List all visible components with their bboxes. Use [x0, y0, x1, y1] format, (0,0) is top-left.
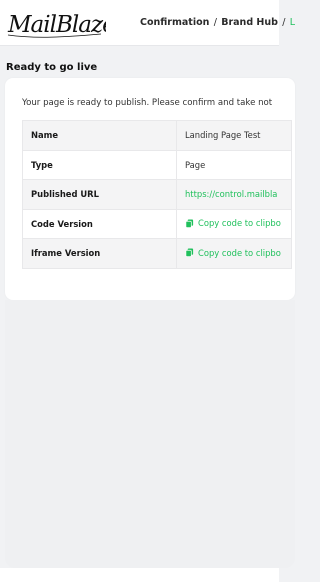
- copy-code-button[interactable]: Copy code to clipbo: [185, 218, 281, 228]
- copy-code-label: Copy code to clipbo: [198, 218, 281, 228]
- top-header: MailBlaze Confirmation / Brand Hub / L: [0, 0, 295, 46]
- details-table: Name Landing Page Test Type Page Publish…: [22, 120, 292, 269]
- copy-iframe-button[interactable]: Copy code to clipbo: [185, 248, 281, 258]
- table-row: Code Version Copy code to clipbo: [22, 208, 292, 239]
- copy-icon: [185, 248, 194, 257]
- row-label-iframe-version: Iframe Version: [22, 238, 177, 269]
- intro-text: Your page is ready to publish. Please co…: [22, 98, 273, 108]
- copy-iframe-label: Copy code to clipbo: [198, 247, 281, 258]
- breadcrumb-item-confirmation[interactable]: Confirmation: [140, 17, 209, 28]
- footer: [0, 568, 279, 582]
- page-title: Ready to go live: [6, 62, 98, 73]
- row-label-name: Name: [22, 120, 177, 151]
- breadcrumb-item-brand-hub[interactable]: Brand Hub: [221, 17, 278, 28]
- table-row: Published URL https://control.mailbla: [22, 179, 292, 210]
- row-label-published-url: Published URL: [22, 179, 177, 210]
- content-area: [5, 300, 295, 568]
- logo-text: MailBlaze: [7, 12, 106, 38]
- row-label-code-version: Code Version: [22, 208, 177, 239]
- breadcrumb-item-current: L: [289, 17, 296, 28]
- published-url-link[interactable]: https://control.mailbla: [185, 189, 277, 199]
- breadcrumb-separator: /: [213, 17, 217, 28]
- breadcrumb-separator: /: [282, 17, 286, 28]
- row-value-type: Page: [176, 149, 292, 180]
- row-label-type: Type: [22, 149, 177, 180]
- table-row: Name Landing Page Test: [22, 120, 292, 151]
- breadcrumb: Confirmation / Brand Hub / L: [140, 17, 295, 28]
- table-row: Type Page: [22, 149, 292, 180]
- copy-icon: [185, 218, 194, 228]
- table-row: Iframe Version Copy code to clipbo: [22, 238, 292, 269]
- row-value-name: Landing Page Test: [176, 120, 292, 151]
- mailblaze-logo[interactable]: MailBlaze: [6, 4, 116, 42]
